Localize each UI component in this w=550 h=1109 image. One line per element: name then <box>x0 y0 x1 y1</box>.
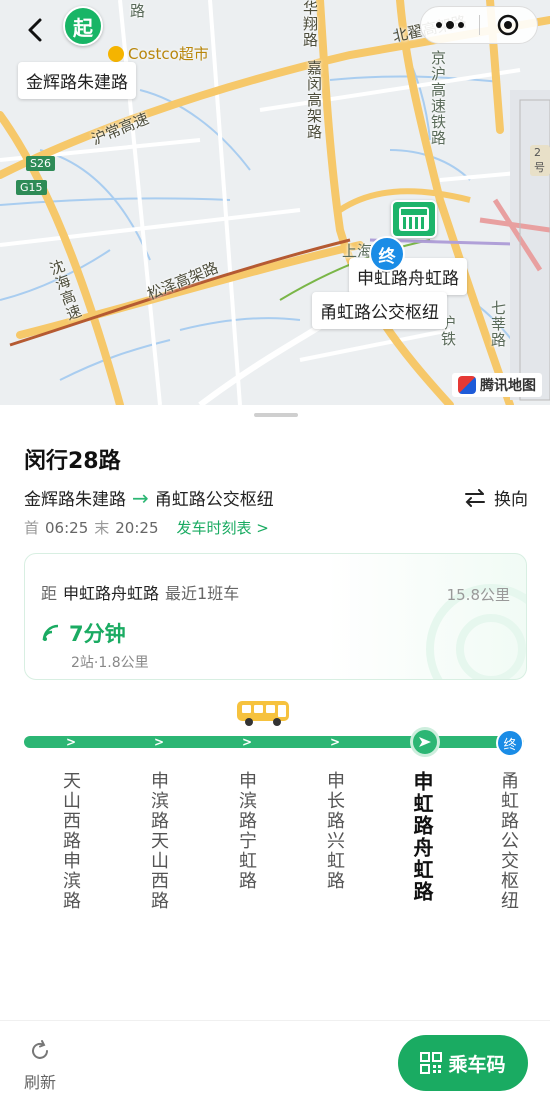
bottom-action-bar: 刷新 乘车码 <box>0 1020 550 1109</box>
ride-code-button[interactable]: 乘车码 <box>398 1035 528 1091</box>
start-pin[interactable]: 起 <box>63 6 103 46</box>
bus-icon[interactable] <box>235 699 291 727</box>
card-decoration <box>456 614 526 679</box>
attribution-label: 腾讯地图 <box>480 378 536 394</box>
target-icon <box>498 14 519 36</box>
map-label-qixin: 七莘路 <box>489 300 507 348</box>
reverse-label: 换向 <box>494 490 528 510</box>
end-callout-hub[interactable]: 甬虹路公交枢纽 <box>312 292 447 329</box>
map-view[interactable]: 路 华翔路 北翟高架路 嘉闵高架路 京沪高速铁路 沪常高速 松泽高架路 沈海高速… <box>0 0 550 405</box>
eta-value: 7分钟 <box>69 622 126 646</box>
first-bus-time: 06:25 <box>45 518 89 537</box>
shop-icon <box>108 45 124 62</box>
route-detail-sheet: 闵行28路 金辉路朱建路 → 甬虹路公交枢纽 换向 首 06:25 末 20:2… <box>0 405 550 1109</box>
drag-handle[interactable] <box>254 413 298 417</box>
refresh-icon <box>32 1040 48 1059</box>
last-bus-label: 末 <box>94 519 110 537</box>
map-attribution: 腾讯地图 <box>452 373 542 397</box>
arrival-stop: 申虹路舟虹路 <box>63 584 160 603</box>
timetable-link[interactable]: 发车时刻表 > <box>177 517 269 538</box>
stop-list: 天山西路申滨路 申滨路天山西路 申滨路宁虹路 申长路兴虹路 申虹路舟虹路 甬虹路… <box>0 771 550 941</box>
arrival-note: 最近1班车 <box>165 584 240 603</box>
g2-shield: 2号 <box>530 145 550 176</box>
start-callout[interactable]: 金辉路朱建路 <box>18 62 136 99</box>
arrow-right-icon: → <box>132 485 149 510</box>
last-bus-time: 20:25 <box>115 518 159 537</box>
more-menu-button[interactable] <box>421 21 479 29</box>
total-distance: 15.8公里 <box>446 586 510 604</box>
more-dot-icon <box>457 22 464 28</box>
swap-icon <box>465 488 485 507</box>
route-to: 甬虹路公交枢纽 <box>154 490 274 510</box>
eta-row: 7分钟 <box>41 618 126 648</box>
more-dot-icon <box>435 22 442 28</box>
chevron-right-icon: > <box>330 735 341 749</box>
tencent-map-logo-icon <box>458 376 476 394</box>
g15-shield: G15 <box>16 180 47 195</box>
refresh-button[interactable]: 刷新 <box>24 1039 56 1093</box>
reverse-direction-button[interactable]: 换向 <box>464 485 528 510</box>
distance-prefix: 距 <box>41 584 58 603</box>
service-hours: 首 06:25 末 20:25 发车时刻表 > <box>24 517 269 538</box>
chevron-right-icon: > <box>242 735 253 749</box>
back-icon[interactable] <box>18 12 54 48</box>
miniapp-capsule <box>420 6 538 44</box>
route-from: 金辉路朱建路 <box>24 490 126 510</box>
stop-item[interactable]: 天山西路申滨路 <box>60 771 81 911</box>
stop-item[interactable]: 申滨路宁虹路 <box>236 771 257 891</box>
route-line <box>24 736 524 748</box>
ride-code-label: 乘车码 <box>448 1053 506 1076</box>
stop-item[interactable]: 甬虹路公交枢纽 <box>498 771 519 911</box>
more-dot-icon <box>445 21 454 29</box>
map-label-huaxiang: 华翔路 <box>301 0 319 48</box>
costco-poi[interactable]: Costco超市 <box>108 43 209 64</box>
route-title: 闵行28路 <box>24 449 121 474</box>
costco-label: Costco超市 <box>128 45 209 63</box>
end-pin[interactable]: 终 <box>369 236 405 272</box>
s26-shield: S26 <box>26 156 55 171</box>
map-label-jiamin: 嘉闵高架路 <box>305 60 323 140</box>
refresh-label: 刷新 <box>24 1073 57 1092</box>
qr-code-icon <box>420 1052 443 1074</box>
map-roads <box>0 0 550 405</box>
route-direction: 金辉路朱建路 → 甬虹路公交枢纽 <box>24 485 274 511</box>
station-glyph-icon <box>399 207 429 231</box>
arrival-distance-row: 距 申虹路舟虹路 最近1班车 <box>41 580 239 604</box>
terminal-stop-node[interactable]: 终 <box>496 729 524 757</box>
bus-station-icon[interactable] <box>391 200 437 238</box>
chevron-right-icon: > <box>154 735 165 749</box>
chevron-right-icon: > <box>66 735 77 749</box>
arrival-meta: 2站·1.8公里 <box>71 655 149 671</box>
navigate-arrow-icon <box>419 737 431 747</box>
stop-item[interactable]: 申长路兴虹路 <box>324 771 345 891</box>
end-callout-stop[interactable]: 申虹路舟虹路 <box>349 258 467 295</box>
realtime-signal-icon <box>42 624 59 641</box>
stop-item-current[interactable]: 申虹路舟虹路 <box>410 771 434 903</box>
first-bus-label: 首 <box>24 519 40 537</box>
stop-item[interactable]: 申滨路天山西路 <box>148 771 169 911</box>
close-miniapp-button[interactable] <box>480 13 538 37</box>
current-stop-node[interactable] <box>410 727 440 757</box>
arrival-card[interactable]: 距 申虹路舟虹路 最近1班车 15.8公里 7分钟 2站·1.8公里 <box>24 553 527 680</box>
map-label-jinghu: 京沪高速铁路 <box>429 50 447 146</box>
map-label-top: 路 <box>130 2 146 20</box>
